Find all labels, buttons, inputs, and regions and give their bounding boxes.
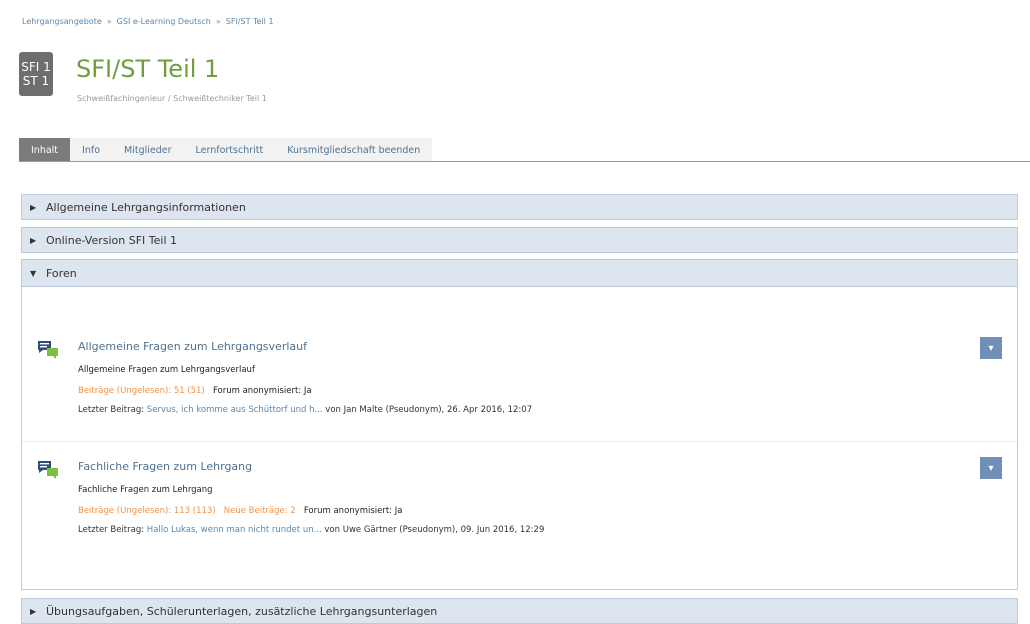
section-online-version[interactable]: ▶ Online-Version SFI Teil 1 — [21, 227, 1018, 253]
forum-divider — [22, 441, 1017, 442]
tab-info[interactable]: Info — [70, 138, 113, 162]
breadcrumb: Lehrgangsangebote » GSI e-Learning Deuts… — [22, 14, 274, 28]
tab-lernfortschritt[interactable]: Lernfortschritt — [183, 138, 276, 162]
forum-item: Allgemeine Fragen zum Lehrgangsverlauf A… — [22, 337, 1017, 439]
forum-anonymized: Forum anonymisiert: Ja — [303, 506, 403, 516]
forum-last-post: Letzter Beitrag: Servus, ich komme aus S… — [78, 405, 532, 415]
forum-stats: Beiträge (Ungelesen): 113 (113) Neue Bei… — [78, 506, 402, 516]
forum-item: Fachliche Fragen zum Lehrgang Fachliche … — [22, 457, 1017, 559]
breadcrumb-separator: » — [215, 16, 221, 26]
tabs-divider — [19, 161, 1030, 162]
course-icon-line2: ST 1 — [22, 74, 50, 88]
forum-new-posts[interactable]: Neue Beiträge: 2 — [224, 506, 296, 516]
tab-kursmitgliedschaft-beenden[interactable]: Kursmitgliedschaft beenden — [275, 138, 433, 162]
last-post-link[interactable]: Hallo Lukas, wenn man nicht rundet un... — [147, 525, 322, 535]
forum-icon — [38, 461, 58, 479]
last-post-label: Letzter Beitrag: — [78, 405, 145, 415]
section-uebungsaufgaben[interactable]: ▶ Übungsaufgaben, Schülerunterlagen, zus… — [21, 598, 1018, 624]
section-label: Foren — [46, 266, 77, 280]
forum-last-post: Letzter Beitrag: Hallo Lukas, wenn man n… — [78, 525, 544, 535]
expanded-triangle-icon: ▼ — [30, 268, 37, 278]
section-label: Allgemeine Lehrgangsinformationen — [46, 200, 246, 214]
forum-icon — [38, 341, 58, 359]
section-foren[interactable]: ▼ Foren — [21, 259, 1018, 287]
breadcrumb-item-lehrgangsangebote[interactable]: Lehrgangsangebote — [22, 17, 102, 26]
chevron-down-icon: ▾ — [988, 462, 994, 474]
forum-title-link[interactable]: Allgemeine Fragen zum Lehrgangsverlauf — [78, 340, 307, 353]
section-allgemeine-lehrgangsinformationen[interactable]: ▶ Allgemeine Lehrgangsinformationen — [21, 194, 1018, 220]
page-subtitle: Schweißfachingenieur / Schweißtechniker … — [77, 94, 267, 103]
forum-actions-menu-button[interactable]: ▾ — [980, 337, 1002, 359]
collapsed-triangle-icon: ▶ — [30, 202, 37, 212]
section-label: Übungsaufgaben, Schülerunterlagen, zusät… — [46, 604, 438, 618]
last-post-meta: von Uwe Gärtner (Pseudonym), 09. Jun 201… — [324, 525, 545, 535]
tab-mitglieder[interactable]: Mitglieder — [112, 138, 184, 162]
foren-section-body: Allgemeine Fragen zum Lehrgangsverlauf A… — [21, 287, 1018, 590]
breadcrumb-item-current[interactable]: SFI/ST Teil 1 — [226, 17, 274, 26]
forum-posts-unread[interactable]: Beiträge (Ungelesen): 113 (113) — [78, 506, 216, 516]
course-icon-line1: SFI 1 — [21, 60, 51, 74]
tab-inhalt[interactable]: Inhalt — [19, 138, 71, 162]
forum-title-link[interactable]: Fachliche Fragen zum Lehrgang — [78, 460, 252, 473]
last-post-label: Letzter Beitrag: — [78, 525, 145, 535]
breadcrumb-item-gsi-elearning[interactable]: GSI e-Learning Deutsch — [117, 17, 211, 26]
forum-anonymized: Forum anonymisiert: Ja — [212, 386, 312, 396]
collapsed-triangle-icon: ▶ — [30, 606, 37, 616]
last-post-meta: von Jan Malte (Pseudonym), 26. Apr 2016,… — [325, 405, 533, 415]
page-title: SFI/ST Teil 1 — [76, 55, 220, 83]
chevron-down-icon: ▾ — [988, 342, 994, 354]
last-post-link[interactable]: Servus, ich komme aus Schüttorf und h... — [147, 405, 323, 415]
forum-actions-menu-button[interactable]: ▾ — [980, 457, 1002, 479]
forum-stats: Beiträge (Ungelesen): 51 (51) Forum anon… — [78, 386, 312, 396]
section-label: Online-Version SFI Teil 1 — [46, 233, 178, 247]
forum-posts-unread[interactable]: Beiträge (Ungelesen): 51 (51) — [78, 386, 205, 396]
tab-bar: Inhalt Info Mitglieder Lernfortschritt K… — [19, 138, 433, 162]
forum-description: Allgemeine Fragen zum Lehrgangsverlauf — [78, 365, 255, 375]
collapsed-triangle-icon: ▶ — [30, 235, 37, 245]
breadcrumb-separator: » — [106, 16, 112, 26]
course-icon: SFI 1 ST 1 — [19, 52, 53, 96]
forum-description: Fachliche Fragen zum Lehrgang — [78, 485, 213, 495]
